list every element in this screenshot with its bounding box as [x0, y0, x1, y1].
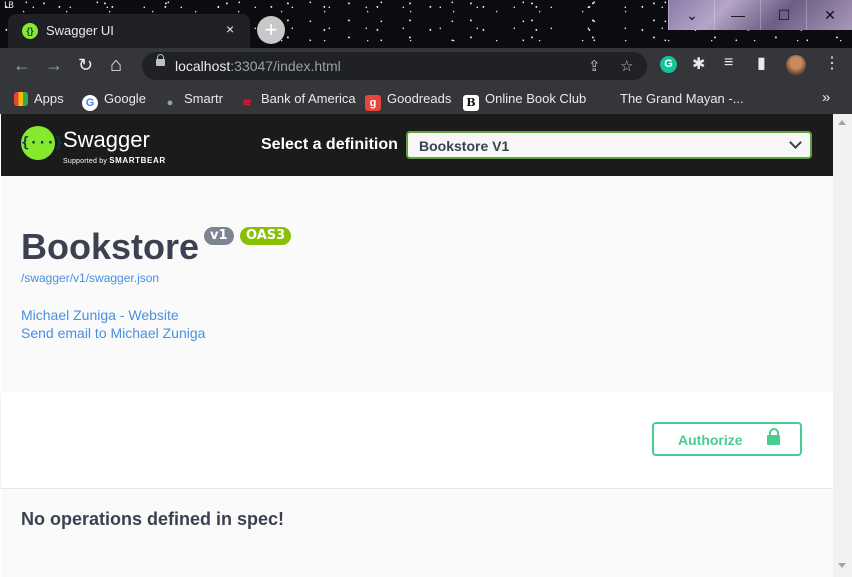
bookmark-label: Google — [104, 91, 146, 106]
url-host: localhost — [175, 58, 231, 74]
profile-avatar[interactable] — [786, 55, 806, 75]
tab-swagger-ui[interactable]: {} Swagger UI × — [8, 14, 250, 48]
page-scrollbar[interactable] — [833, 114, 852, 577]
tab-close-icon[interactable]: × — [226, 21, 234, 37]
selected-definition: Bookstore V1 — [419, 138, 510, 154]
apps-grid-icon — [14, 92, 28, 106]
bookmark-label: Smartr — [184, 91, 223, 106]
share-icon[interactable]: ⇪ — [588, 57, 601, 75]
bookmark-apps[interactable]: Apps — [14, 91, 64, 106]
bookmark-label: Online Book Club — [485, 91, 587, 106]
url-text[interactable]: localhost:33047/index.html — [175, 58, 341, 74]
authorize-button[interactable]: Authorize — [652, 422, 802, 456]
spec-url-link[interactable]: /swagger/v1/swagger.json — [21, 271, 159, 285]
close-window-button[interactable]: ✕ — [806, 0, 852, 30]
forward-arrow-icon[interactable]: → — [45, 54, 63, 76]
grammarly-extension-icon[interactable]: G — [660, 56, 677, 73]
api-title: Bookstore — [21, 226, 200, 267]
globe-icon: ● — [166, 97, 174, 109]
bookmark-label: Bank of America — [261, 91, 356, 106]
chrome-menu-icon[interactable]: ⋮ — [824, 53, 840, 73]
address-bar[interactable]: localhost:33047/index.html ⇪ ☆ — [142, 52, 647, 80]
swagger-brand-name[interactable]: Swagger — [63, 127, 150, 153]
supported-by-smartbear: Supported by SMARTBEAR — [63, 156, 166, 165]
swagger-favicon-icon: {} — [22, 23, 38, 39]
chevron-down-icon — [789, 136, 802, 149]
url-path: :33047/index.html — [230, 58, 341, 74]
lock-icon[interactable] — [156, 54, 165, 66]
google-icon: G — [82, 95, 98, 111]
operations-section: No operations defined in spec! — [1, 489, 833, 577]
tab-title: Swagger UI — [46, 23, 114, 38]
bookmark-google[interactable]: G Google — [82, 91, 146, 111]
window-controls: ⌄ — ☐ ✕ — [668, 0, 852, 30]
authorize-label: Authorize — [678, 432, 743, 448]
bookmark-online-book-club[interactable]: B Online Book Club — [463, 91, 586, 111]
swagger-logo-icon[interactable]: {···} — [21, 126, 63, 160]
swagger-topbar: {···} Swagger Supported by SMARTBEAR Sel… — [1, 114, 833, 176]
bookmark-bank-of-america[interactable]: ≋ Bank of America — [239, 91, 356, 111]
select-definition-label: Select a definition — [261, 136, 398, 153]
smartbear-text: SMARTBEAR — [109, 156, 166, 165]
no-operations-message: No operations defined in spec! — [21, 509, 285, 529]
book-club-icon: B — [463, 95, 479, 111]
reload-icon[interactable]: ↻ — [78, 54, 93, 76]
unlocked-padlock-icon — [767, 428, 780, 445]
home-icon[interactable]: ⌂ — [110, 54, 122, 76]
bookmark-star-icon[interactable]: ☆ — [620, 57, 633, 75]
browser-window: LB {} Swagger UI × + ⌄ — ☐ ✕ ← → ↻ ⌂ loc… — [0, 0, 852, 577]
goodreads-icon: g — [365, 95, 381, 111]
maximize-button[interactable]: ☐ — [760, 0, 807, 30]
contact-website-link[interactable]: Michael Zuniga - Website — [21, 307, 179, 323]
bookmarks-bar: Apps G Google ● Smartr ≋ Bank of America gG… — [0, 84, 852, 114]
bookmarks-overflow-chevron-icon[interactable]: » — [822, 89, 830, 106]
oas-badge: OAS3 — [240, 227, 292, 245]
bookmark-label: Apps — [34, 91, 64, 106]
scroll-up-arrow-icon[interactable] — [838, 120, 846, 125]
supported-by-text: Supported by — [63, 158, 108, 165]
bookmark-label: Goodreads — [387, 91, 452, 106]
new-tab-button[interactable]: + — [257, 16, 285, 44]
extensions-puzzle-icon[interactable]: ✱ — [692, 54, 705, 74]
api-info-section: Bookstore v1 OAS3 /swagger/v1/swagger.js… — [1, 176, 833, 391]
minimize-button[interactable]: — — [714, 0, 761, 30]
corner-logo: LB — [4, 1, 14, 11]
bookmark-grand-mayan[interactable]: The Grand Mayan -... — [620, 91, 744, 106]
media-control-icon[interactable]: ≡ — [724, 54, 733, 72]
scroll-down-arrow-icon[interactable] — [838, 563, 846, 568]
version-badge: v1 — [204, 227, 234, 245]
contact-email-link[interactable]: Send email to Michael Zuniga — [21, 325, 205, 341]
back-arrow-icon[interactable]: ← — [13, 54, 31, 76]
browser-toolbar: ← → ↻ ⌂ localhost:33047/index.html ⇪ ☆ G… — [0, 48, 852, 84]
definition-select[interactable]: Bookstore V1 — [406, 131, 812, 159]
bofa-icon: ≋ — [242, 97, 252, 109]
bookmark-smartr[interactable]: ● Smartr — [162, 91, 223, 111]
schemes-container: Authorize — [1, 391, 833, 488]
bookmark-goodreads[interactable]: g Goodreads — [365, 91, 451, 111]
side-panel-icon[interactable]: ▮ — [757, 53, 766, 73]
bookmark-label: The Grand Mayan -... — [620, 91, 744, 106]
tab-strip: LB {} Swagger UI × + ⌄ — ☐ ✕ — [0, 0, 852, 48]
tab-search-chevron-down-icon[interactable]: ⌄ — [668, 0, 715, 30]
